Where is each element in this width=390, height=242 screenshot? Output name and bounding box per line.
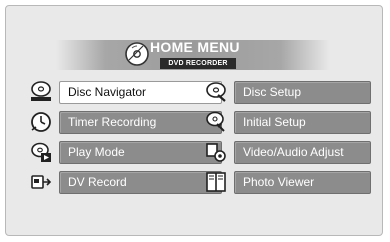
video-audio-adjust-button[interactable]: Video/Audio Adjust (234, 141, 371, 164)
photo-viewer-icon (206, 172, 226, 192)
disc-icon (125, 42, 149, 66)
disc-navigator-button[interactable]: Disc Navigator (59, 81, 222, 104)
dv-record-button[interactable]: DV Record (59, 171, 222, 194)
disc-navigator-icon (31, 81, 51, 101)
clock-icon (31, 112, 51, 132)
page-title: HOME MENU (150, 39, 240, 55)
dv-record-icon (31, 175, 52, 189)
play-mode-icon (31, 142, 51, 162)
play-mode-button[interactable]: Play Mode (59, 141, 222, 164)
photo-viewer-button[interactable]: Photo Viewer (234, 171, 371, 194)
disc-setup-icon (206, 82, 226, 102)
timer-recording-button[interactable]: Timer Recording (59, 111, 222, 134)
initial-setup-icon (206, 111, 225, 132)
video-audio-adjust-icon (206, 143, 226, 162)
disc-setup-button[interactable]: Disc Setup (234, 81, 371, 104)
page-subtitle: DVD RECORDER (160, 58, 236, 69)
initial-setup-button[interactable]: Initial Setup (234, 111, 371, 134)
